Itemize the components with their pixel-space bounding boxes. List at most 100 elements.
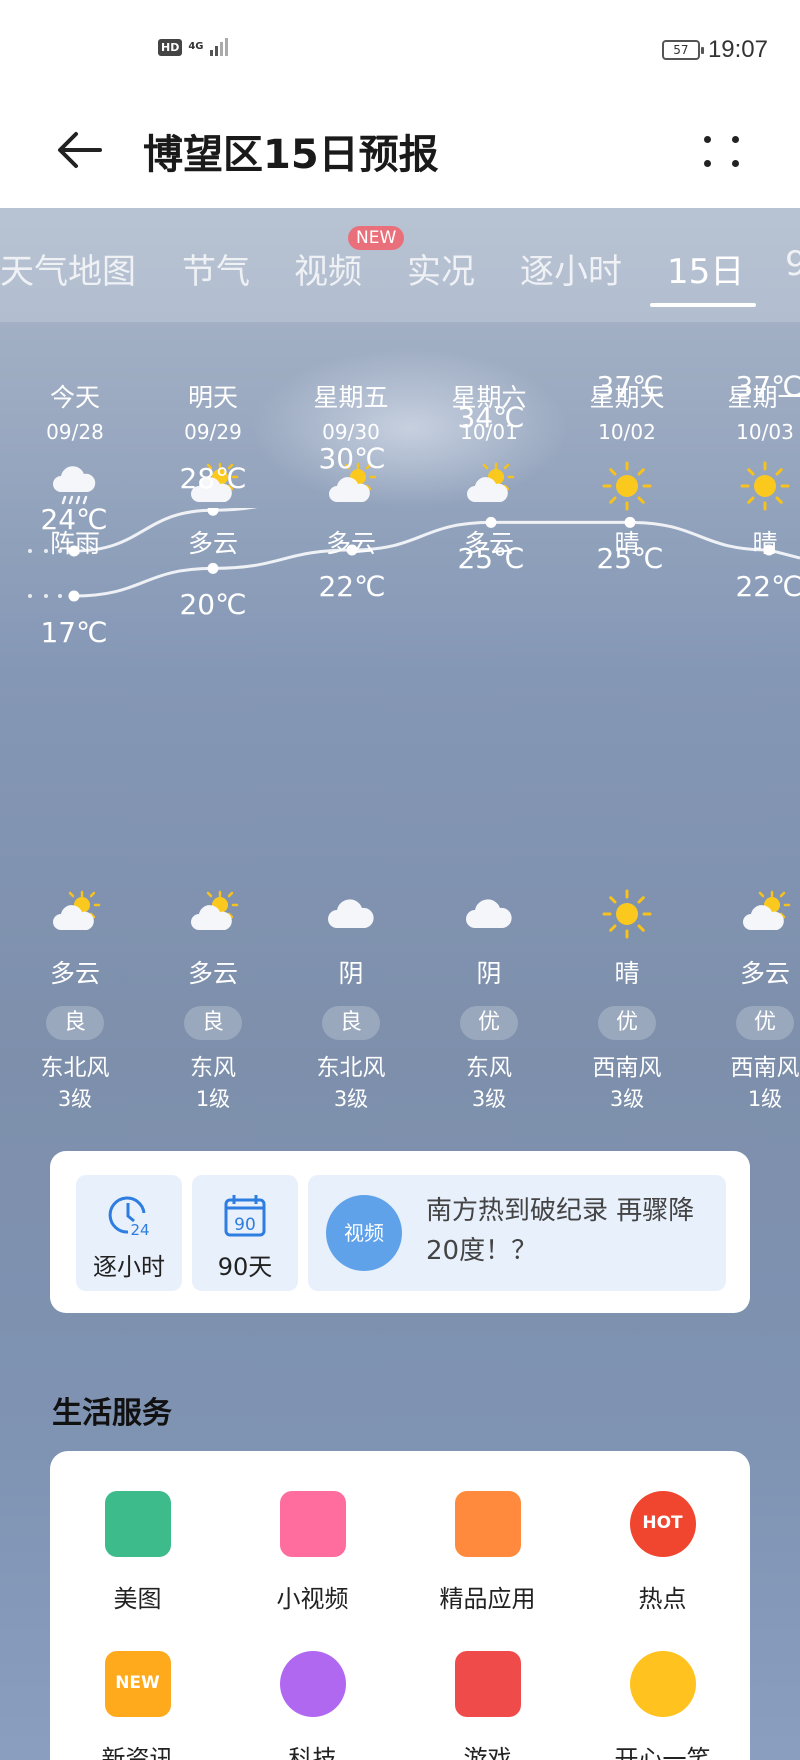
aqi-badge: 优	[562, 1006, 692, 1040]
service-label: 小视频	[276, 1585, 349, 1613]
services-card: 美图 小视频 精品应用 HOT 热点 NEW 新资讯 科技 游戏 开心一笑	[50, 1451, 750, 1760]
news-icon: NEW	[104, 1651, 171, 1717]
network-type: 4G	[188, 41, 204, 52]
service-news[interactable]: NEW 新资讯	[50, 1651, 225, 1760]
active-tab-indicator	[650, 303, 756, 307]
temp-point	[763, 544, 775, 556]
aqi-value: 优	[598, 1006, 656, 1040]
service-tech[interactable]: 科技	[225, 1651, 400, 1760]
low-temp: 22℃	[735, 570, 800, 603]
service-label: 精品应用	[439, 1585, 536, 1613]
tab-weather-map[interactable]: 天气地图	[0, 244, 136, 293]
svg-text:24: 24	[130, 1221, 149, 1239]
temp-point	[624, 516, 636, 528]
ninety-day-button[interactable]: 90 90天	[192, 1175, 298, 1291]
aqi-value: 优	[736, 1006, 794, 1040]
aqi-badge: 优	[424, 1006, 554, 1040]
day-date: 09/28	[46, 420, 104, 444]
arrow-left-icon	[58, 132, 102, 168]
temp-point	[68, 545, 80, 557]
temp-point	[68, 590, 80, 602]
news-video-item[interactable]: 视频 南方热到破纪录 再骤降20度！？	[308, 1175, 726, 1291]
back-button[interactable]	[52, 122, 108, 178]
tab-solar-terms[interactable]: 节气	[182, 244, 250, 293]
tab-hourly[interactable]: 逐小时	[520, 244, 622, 293]
tech-icon	[279, 1651, 346, 1717]
low-temp: 25℃	[596, 542, 664, 576]
wind-direction: 东北风	[40, 1055, 110, 1081]
aqi-value: 优	[460, 1006, 518, 1040]
partly-cloudy-icon	[700, 888, 800, 938]
calendar-90-icon: 90	[224, 1195, 266, 1237]
service-label: 游戏	[463, 1745, 512, 1760]
wind-level: 1级	[747, 1087, 783, 1111]
game-icon	[454, 1651, 521, 1717]
icon-text: HOT	[642, 1513, 683, 1533]
hourly-button[interactable]: 24 逐小时	[76, 1175, 182, 1291]
app-header: 博望区15日预报	[0, 96, 800, 208]
sun-icon	[562, 460, 692, 511]
signal-group: HD 4G	[158, 38, 228, 56]
service-video[interactable]: 小视频	[225, 1491, 400, 1614]
day-date: 09/30	[322, 420, 380, 444]
aqi-value: 良	[46, 1006, 104, 1040]
night-condition: 多云	[187, 959, 238, 988]
service-appstore[interactable]: 精品应用	[400, 1491, 575, 1614]
low-temp: 17℃	[40, 616, 108, 649]
service-smile[interactable]: 开心一笑	[575, 1651, 750, 1760]
high-temp: 37℃	[596, 370, 664, 404]
tab-bar: 天气地图 节气 视频 NEW 实况 逐小时 15日 9	[0, 208, 800, 322]
weather-panel: 天气地图 节气 视频 NEW 实况 逐小时 15日 9 今天 09/28 阵雨 多云良…	[0, 208, 800, 1760]
battery-icon: 57	[661, 40, 704, 60]
low-temp: 25℃	[457, 542, 525, 576]
day-name: 明天	[187, 383, 238, 412]
tab-video[interactable]: 视频	[294, 244, 362, 293]
wind-direction: 西南风	[592, 1055, 662, 1081]
news-headline: 南方热到破纪录 再骤降20度！？	[426, 1196, 695, 1266]
high-temp: 28℃	[179, 462, 247, 496]
temp-point	[346, 544, 358, 556]
high-temp: 37℃	[735, 370, 800, 404]
high-temp: 30℃	[318, 441, 386, 475]
high-temp: 24℃	[40, 503, 108, 536]
partly-cloudy-icon	[424, 460, 554, 510]
new-badge: NEW	[348, 226, 405, 250]
aqi-value: 良	[322, 1006, 380, 1040]
service-hot[interactable]: HOT 热点	[575, 1491, 750, 1614]
services-title: 生活服务	[52, 1396, 172, 1431]
wind-direction: 西南风	[730, 1055, 800, 1081]
cloud-icon	[286, 888, 416, 938]
video-badge-icon: 视频	[326, 1195, 402, 1271]
night-condition: 阴	[476, 959, 502, 988]
aqi-badge: 良	[148, 1006, 278, 1040]
svg-text:90: 90	[234, 1215, 256, 1235]
photo-icon	[104, 1491, 171, 1557]
status-right: 57 19:07	[661, 36, 768, 64]
day-date: 10/02	[598, 420, 656, 444]
wind-direction: 东风	[466, 1055, 512, 1081]
status-bar: HD 4G 57 19:07	[0, 0, 800, 96]
temp-point	[207, 508, 219, 516]
tab-more[interactable]: 9	[785, 244, 800, 284]
wind-level: 3级	[333, 1087, 369, 1111]
service-label: 热点	[638, 1585, 687, 1613]
day-date: 10/03	[736, 420, 794, 444]
service-game[interactable]: 游戏	[400, 1651, 575, 1760]
day-name: 今天	[49, 383, 100, 412]
smile-icon	[629, 1651, 696, 1717]
wind-level: 3级	[57, 1087, 93, 1111]
night-condition: 晴	[614, 959, 640, 988]
wind-direction: 东北风	[316, 1055, 386, 1081]
temp-point	[485, 516, 497, 528]
low-temp: 20℃	[179, 588, 247, 622]
service-label: 科技	[288, 1745, 337, 1760]
hot-icon: HOT	[629, 1491, 696, 1557]
tab-15day[interactable]: 15日	[667, 244, 744, 293]
more-button[interactable]	[700, 122, 750, 178]
day-name: 星期五	[313, 383, 389, 412]
service-photo[interactable]: 美图	[50, 1491, 225, 1614]
video-icon	[279, 1491, 346, 1557]
ninety-day-label: 90天	[217, 1253, 273, 1281]
tab-live[interactable]: 实况	[407, 244, 475, 293]
day-date: 09/29	[184, 420, 242, 444]
